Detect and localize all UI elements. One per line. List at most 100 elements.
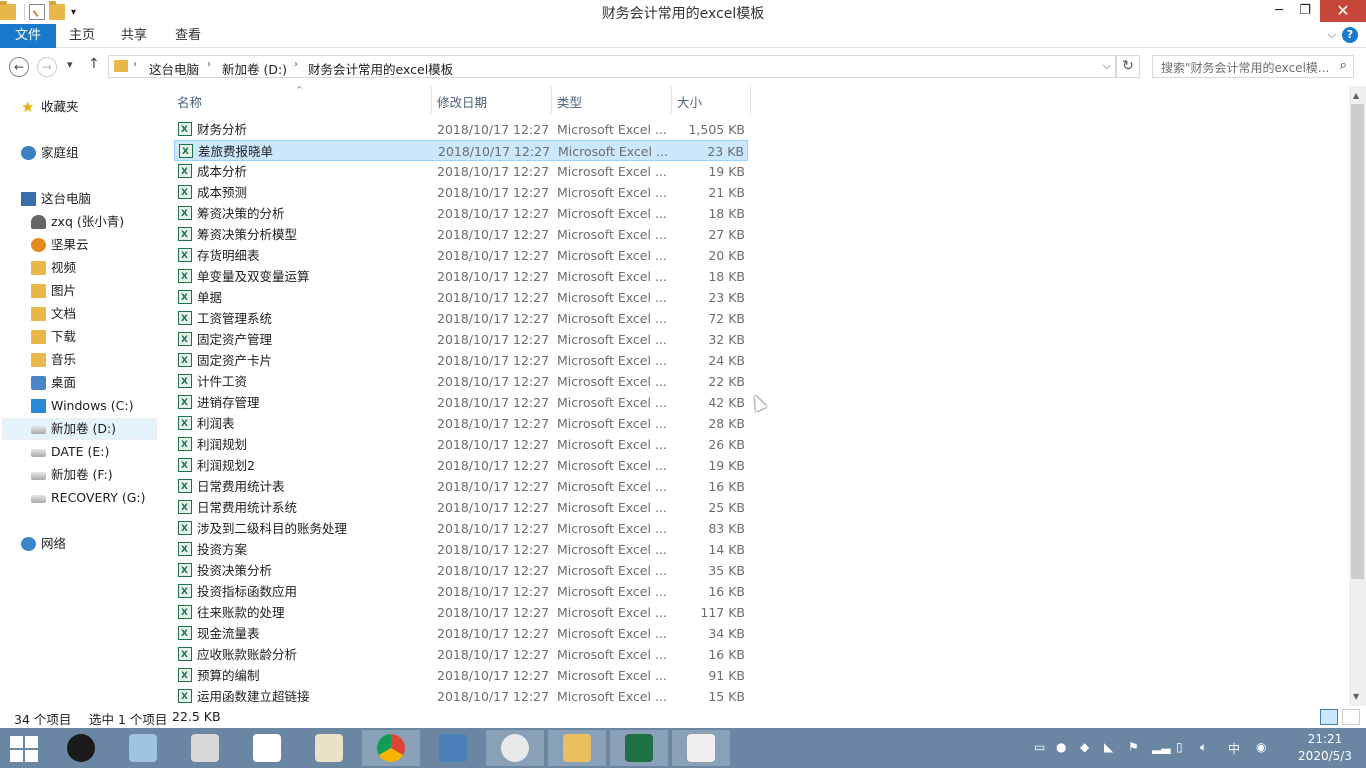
file-row[interactable]: 进销存管理 2018/10/17 12:27 Microsoft Excel ...…: [174, 392, 748, 414]
address-dropdown-icon[interactable]: ⌵: [1103, 59, 1111, 73]
file-row[interactable]: 预算的编制 2018/10/17 12:27 Microsoft Excel ...…: [174, 665, 748, 687]
start-button[interactable]: [10, 736, 38, 762]
nav-desktop[interactable]: 桌面: [31, 372, 76, 394]
tab-share[interactable]: 共享: [114, 24, 154, 48]
nav-videos[interactable]: 视频: [31, 257, 76, 279]
nav-favorites[interactable]: ★ 收藏夹: [21, 96, 79, 118]
column-divider[interactable]: [551, 86, 552, 114]
search-input[interactable]: 搜索"财务会计常用的excel模... ⌕: [1152, 55, 1354, 78]
nav-drive-e[interactable]: DATE (E:): [31, 441, 109, 463]
nav-music[interactable]: 音乐: [31, 349, 76, 371]
minimize-button[interactable]: ─: [1266, 0, 1292, 22]
file-row[interactable]: 利润规划 2018/10/17 12:27 Microsoft Excel ... 2…: [174, 434, 748, 456]
scroll-up-icon[interactable]: ▲: [1353, 91, 1359, 100]
restore-button[interactable]: ❐: [1292, 0, 1318, 22]
taskbar-boat[interactable]: [424, 730, 482, 766]
scroll-down-icon[interactable]: ▼: [1353, 692, 1359, 701]
details-view-icon[interactable]: [1320, 709, 1338, 725]
file-row[interactable]: 工资管理系统 2018/10/17 12:27 Microsoft Excel ..…: [174, 308, 748, 330]
taskbar-excel[interactable]: [610, 730, 668, 766]
taskbar-rocket[interactable]: [176, 730, 234, 766]
file-row[interactable]: 日常费用统计表 2018/10/17 12:27 Microsoft Excel .…: [174, 476, 748, 498]
taskbar-screen[interactable]: [672, 730, 730, 766]
tab-file[interactable]: 文件: [0, 24, 56, 48]
column-divider[interactable]: [750, 86, 751, 114]
nav-user-folder[interactable]: zxq (张小青): [31, 211, 124, 233]
tab-home[interactable]: 主页: [62, 24, 102, 48]
column-date[interactable]: 修改日期: [437, 92, 487, 111]
file-row[interactable]: 往来账款的处理 2018/10/17 12:27 Microsoft Excel .…: [174, 602, 748, 624]
nav-documents[interactable]: 文档: [31, 303, 76, 325]
file-row[interactable]: 成本预测 2018/10/17 12:27 Microsoft Excel ... 2…: [174, 182, 748, 204]
file-row[interactable]: 日常费用统计系统 2018/10/17 12:27 Microsoft Excel …: [174, 497, 748, 519]
large-icons-view-icon[interactable]: [1342, 709, 1360, 725]
back-button[interactable]: ←: [9, 57, 29, 77]
taskbar-explorer[interactable]: [548, 730, 606, 766]
input-method-icon[interactable]: ◉: [1256, 740, 1266, 754]
recent-locations-icon[interactable]: ▾: [67, 58, 73, 71]
taskbar-baidu-netdisk[interactable]: [238, 730, 296, 766]
file-row[interactable]: 固定资产卡片 2018/10/17 12:27 Microsoft Excel ..…: [174, 350, 748, 372]
tray-app-icon[interactable]: ◆: [1080, 740, 1089, 754]
signal-icon[interactable]: ▂▃: [1152, 740, 1170, 754]
help-icon[interactable]: ?: [1342, 27, 1358, 43]
chevron-right-icon[interactable]: ›: [133, 59, 137, 70]
breadcrumb-this-pc[interactable]: 这台电脑: [149, 59, 199, 78]
nav-this-pc[interactable]: 这台电脑: [21, 188, 91, 210]
scrollbar-thumb[interactable]: [1351, 104, 1364, 579]
forward-button[interactable]: →: [37, 57, 57, 77]
chevron-right-icon[interactable]: ›: [294, 59, 298, 70]
column-name[interactable]: 名称: [177, 92, 202, 111]
file-row[interactable]: 投资方案 2018/10/17 12:27 Microsoft Excel ... 1…: [174, 539, 748, 561]
nav-network[interactable]: 网络: [21, 533, 66, 555]
file-row[interactable]: 差旅费报晓单 2018/10/17 12:27 Microsoft Excel ..…: [174, 140, 748, 163]
nav-drive-d[interactable]: 新加卷 (D:): [31, 418, 116, 440]
file-row[interactable]: 固定资产管理 2018/10/17 12:27 Microsoft Excel ..…: [174, 329, 748, 351]
file-row[interactable]: 涉及到二级科目的账务处理 2018/10/17 12:27 Microsoft Ex…: [174, 518, 748, 540]
wechat-tray-icon[interactable]: ●: [1056, 740, 1066, 754]
ime-indicator[interactable]: 中: [1228, 740, 1240, 757]
chevron-right-icon[interactable]: ›: [207, 59, 211, 70]
refresh-button[interactable]: ↻: [1116, 55, 1140, 78]
file-row[interactable]: 计件工资 2018/10/17 12:27 Microsoft Excel ... 2…: [174, 371, 748, 393]
file-row[interactable]: 现金流量表 2018/10/17 12:27 Microsoft Excel ...…: [174, 623, 748, 645]
taskbar-wechat[interactable]: [486, 730, 544, 766]
expand-ribbon-icon[interactable]: ⌵: [1328, 28, 1336, 42]
flag-icon[interactable]: ⚑: [1128, 740, 1139, 754]
nav-homegroup[interactable]: 家庭组: [21, 142, 79, 164]
nav-pictures[interactable]: 图片: [31, 280, 76, 302]
file-row[interactable]: 利润表 2018/10/17 12:27 Microsoft Excel ... 28…: [174, 413, 748, 435]
nvidia-icon[interactable]: ◣: [1104, 740, 1113, 754]
taskbar-notepad[interactable]: [114, 730, 172, 766]
clock[interactable]: 21:21 2020/5/3: [1290, 731, 1360, 765]
tab-view[interactable]: 查看: [168, 24, 208, 48]
breadcrumb-drive-d[interactable]: 新加卷 (D:): [222, 59, 287, 78]
file-row[interactable]: 运用函数建立超链接 2018/10/17 12:27 Microsoft Excel…: [174, 686, 748, 706]
column-type[interactable]: 类型: [557, 92, 582, 111]
vertical-scrollbar[interactable]: ▲ ▼: [1349, 86, 1366, 706]
column-size[interactable]: 大小: [677, 92, 702, 111]
file-row[interactable]: 单变量及双变量运算 2018/10/17 12:27 Microsoft Excel…: [174, 266, 748, 288]
address-bar[interactable]: › 这台电脑 › 新加卷 (D:) › 财务会计常用的excel模板 ⌵: [108, 55, 1116, 78]
nav-drive-c[interactable]: Windows (C:): [31, 395, 133, 417]
file-row[interactable]: 利润规划2 2018/10/17 12:27 Microsoft Excel ...…: [174, 455, 748, 477]
breadcrumb-current-folder[interactable]: 财务会计常用的excel模板: [308, 59, 453, 78]
file-row[interactable]: 筹资决策分析模型 2018/10/17 12:27 Microsoft Excel …: [174, 224, 748, 246]
taskbar-qq[interactable]: [52, 730, 110, 766]
file-row[interactable]: 投资指标函数应用 2018/10/17 12:27 Microsoft Excel …: [174, 581, 748, 603]
taskbar-pen[interactable]: [300, 730, 358, 766]
nav-downloads[interactable]: 下载: [31, 326, 76, 348]
up-arrow-icon[interactable]: ↑: [88, 56, 100, 72]
close-button[interactable]: ✕: [1320, 0, 1366, 22]
file-row[interactable]: 投资决策分析 2018/10/17 12:27 Microsoft Excel ..…: [174, 560, 748, 582]
file-row[interactable]: 筹资决策的分析 2018/10/17 12:27 Microsoft Excel .…: [174, 203, 748, 225]
column-divider[interactable]: [431, 86, 432, 114]
taskbar-chrome[interactable]: [362, 730, 420, 766]
battery-icon[interactable]: ▯: [1176, 740, 1183, 754]
keyboard-icon[interactable]: ▭: [1034, 740, 1045, 754]
search-icon[interactable]: ⌕: [1340, 58, 1347, 73]
nav-jianguoyun[interactable]: 坚果云: [31, 234, 89, 256]
column-divider[interactable]: [671, 86, 672, 114]
file-row[interactable]: 单据 2018/10/17 12:27 Microsoft Excel ... 23 …: [174, 287, 748, 309]
file-row[interactable]: 应收账款账龄分析 2018/10/17 12:27 Microsoft Excel …: [174, 644, 748, 666]
